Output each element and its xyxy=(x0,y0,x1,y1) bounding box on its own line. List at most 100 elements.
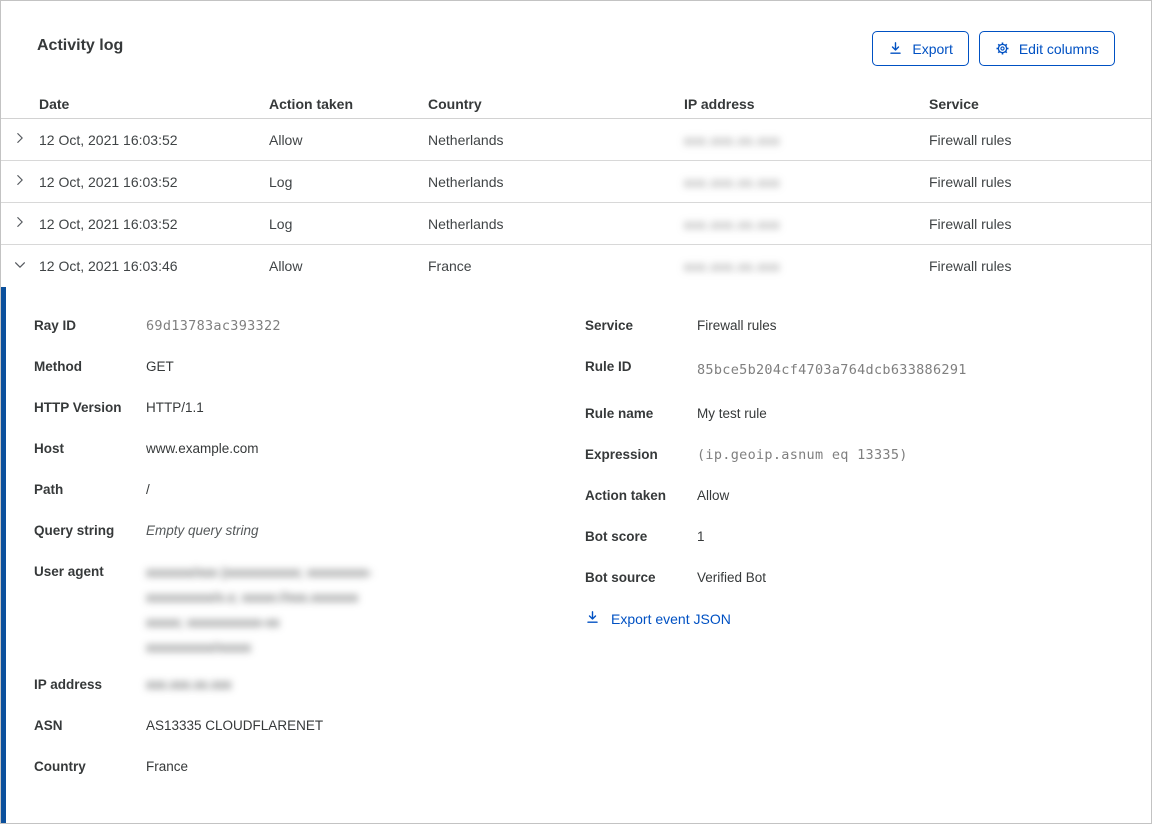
event-detail-right-column: Service Firewall rules Rule ID 85bce5b20… xyxy=(577,316,1151,798)
detail-label: Country xyxy=(34,759,86,774)
method-value: GET xyxy=(146,359,174,374)
detail-label: IP address xyxy=(34,677,103,692)
detail-row-rule-name: Rule name My test rule xyxy=(585,404,1151,424)
detail-label: Bot score xyxy=(585,529,648,544)
detail-row-http-version: HTTP Version HTTP/1.1 xyxy=(34,398,577,418)
bot-score-value: 1 xyxy=(697,529,705,544)
export-event-json-label: Export event JSON xyxy=(611,611,731,627)
column-header-service: Service xyxy=(929,95,979,112)
table-row-expanded[interactable]: 12 Oct, 2021 16:03:46 Allow France xxx.x… xyxy=(1,245,1151,287)
table-header: Date Action taken Country IP address Ser… xyxy=(1,89,1151,119)
cell-ip-address: xxx.xxx.xx.xxx xyxy=(684,132,929,148)
download-icon xyxy=(585,610,600,628)
detail-row-asn: ASN AS13335 CLOUDFLARENET xyxy=(34,716,577,736)
cell-service: Firewall rules xyxy=(929,215,1012,232)
detail-row-user-agent: User agent xxxxxxx/xxx (xxxxxxxxxxx; xxx… xyxy=(34,562,577,660)
gear-icon xyxy=(995,41,1010,56)
collapse-row-button[interactable] xyxy=(1,245,39,287)
detail-label: Query string xyxy=(34,523,115,538)
cell-country: Netherlands xyxy=(428,173,504,190)
cell-action-taken: Allow xyxy=(269,131,303,148)
cell-action-taken: Allow xyxy=(269,258,303,274)
cell-service: Firewall rules xyxy=(929,131,1012,148)
detail-row-service: Service Firewall rules xyxy=(585,316,1151,336)
service-value: Firewall rules xyxy=(697,318,777,333)
ray-id-value: 69d13783ac393322 xyxy=(146,318,281,334)
cell-country: Netherlands xyxy=(428,131,504,148)
download-icon xyxy=(888,41,903,56)
column-header-country: Country xyxy=(428,95,482,112)
export-button-label: Export xyxy=(912,40,953,57)
chevron-right-icon xyxy=(13,215,27,232)
detail-label: Service xyxy=(585,318,634,333)
edit-columns-button[interactable]: Edit columns xyxy=(978,31,1115,66)
cell-date: 12 Oct, 2021 16:03:52 xyxy=(39,173,178,190)
cell-country: Netherlands xyxy=(428,215,504,232)
chevron-right-icon xyxy=(13,131,27,148)
expand-row-button[interactable] xyxy=(1,161,39,202)
detail-row-path: Path / xyxy=(34,480,577,500)
column-header-action-taken: Action taken xyxy=(269,95,354,112)
detail-label: HTTP Version xyxy=(34,400,122,415)
detail-label: Method xyxy=(34,359,82,374)
table-row[interactable]: 12 Oct, 2021 16:03:52 Log Netherlands xx… xyxy=(1,161,1151,203)
export-button[interactable]: Export xyxy=(872,31,969,66)
redacted-ip: xxx.xxx.xx.xxx xyxy=(684,174,781,190)
redacted-ip: xxx.xxx.xx.xxx xyxy=(146,677,232,692)
redacted-ip: xxx.xxx.xx.xxx xyxy=(684,259,781,274)
rule-id-value: 85bce5b204cf4703a764dcb633886291 xyxy=(697,362,967,378)
cell-date: 12 Oct, 2021 16:03:46 xyxy=(39,258,178,274)
detail-label: ASN xyxy=(34,718,63,733)
detail-row-country: Country France xyxy=(34,757,577,777)
detail-row-bot-source: Bot source Verified Bot xyxy=(585,568,1151,588)
detail-row-query-string: Query string Empty query string xyxy=(34,521,577,541)
table-row[interactable]: 12 Oct, 2021 16:03:52 Allow Netherlands … xyxy=(1,119,1151,161)
detail-row-bot-score: Bot score 1 xyxy=(585,527,1151,547)
detail-label: Path xyxy=(34,482,64,497)
http-version-value: HTTP/1.1 xyxy=(146,400,204,415)
cell-service: Firewall rules xyxy=(929,173,1012,190)
detail-row-host: Host www.example.com xyxy=(34,439,577,459)
detail-label: Rule ID xyxy=(585,359,632,374)
cell-action-taken: Log xyxy=(269,215,293,232)
column-header-date: Date xyxy=(39,95,70,112)
cell-ip-address: xxx.xxx.xx.xxx xyxy=(684,216,929,232)
cell-ip-address: xxx.xxx.xx.xxx xyxy=(684,174,929,190)
detail-label: Expression xyxy=(585,447,658,462)
edit-columns-button-label: Edit columns xyxy=(1018,40,1099,57)
detail-label: Action taken xyxy=(585,488,667,503)
action-taken-value: Allow xyxy=(697,488,730,503)
detail-label: Ray ID xyxy=(34,318,77,333)
column-header-ip-address: IP address xyxy=(684,95,755,112)
table-row[interactable]: 12 Oct, 2021 16:03:52 Log Netherlands xx… xyxy=(1,203,1151,245)
detail-label: Rule name xyxy=(585,406,654,421)
country-value: France xyxy=(146,759,189,774)
export-event-json-link[interactable]: Export event JSON xyxy=(585,610,731,628)
redacted-ip: xxx.xxx.xx.xxx xyxy=(684,216,781,232)
chevron-right-icon xyxy=(13,173,27,190)
detail-label: Host xyxy=(34,441,64,456)
redacted-user-agent: xxxxxxx/xxx (xxxxxxxxxxx; xxxxxxxxx- xxx… xyxy=(146,565,373,655)
bot-source-value: Verified Bot xyxy=(697,570,767,585)
path-value: / xyxy=(146,482,150,497)
expand-row-button[interactable] xyxy=(1,203,39,244)
event-detail-panel: Ray ID 69d13783ac393322 Method GET HTTP … xyxy=(1,287,1151,823)
cell-action-taken: Log xyxy=(269,173,293,190)
topbar: Activity log Export Edit columns xyxy=(1,1,1151,66)
query-string-value: Empty query string xyxy=(146,523,259,538)
detail-row-rule-id: Rule ID 85bce5b204cf4703a764dcb633886291 xyxy=(585,357,1151,383)
detail-label: Bot source xyxy=(585,570,656,585)
detail-label: User agent xyxy=(34,564,104,579)
detail-row-method: Method GET xyxy=(34,357,577,377)
expand-row-button[interactable] xyxy=(1,119,39,160)
chevron-down-icon xyxy=(13,258,27,275)
cell-country: France xyxy=(428,258,472,274)
cell-date: 12 Oct, 2021 16:03:52 xyxy=(39,215,178,232)
rule-name-value: My test rule xyxy=(697,406,767,421)
cell-service: Firewall rules xyxy=(929,258,1012,274)
redacted-ip: xxx.xxx.xx.xxx xyxy=(684,132,781,148)
detail-row-action-taken: Action taken Allow xyxy=(585,486,1151,506)
asn-value: AS13335 CLOUDFLARENET xyxy=(146,718,324,733)
cell-ip-address: xxx.xxx.xx.xxx xyxy=(684,258,929,274)
expression-value: (ip.geoip.asnum eq 13335) xyxy=(697,447,908,463)
